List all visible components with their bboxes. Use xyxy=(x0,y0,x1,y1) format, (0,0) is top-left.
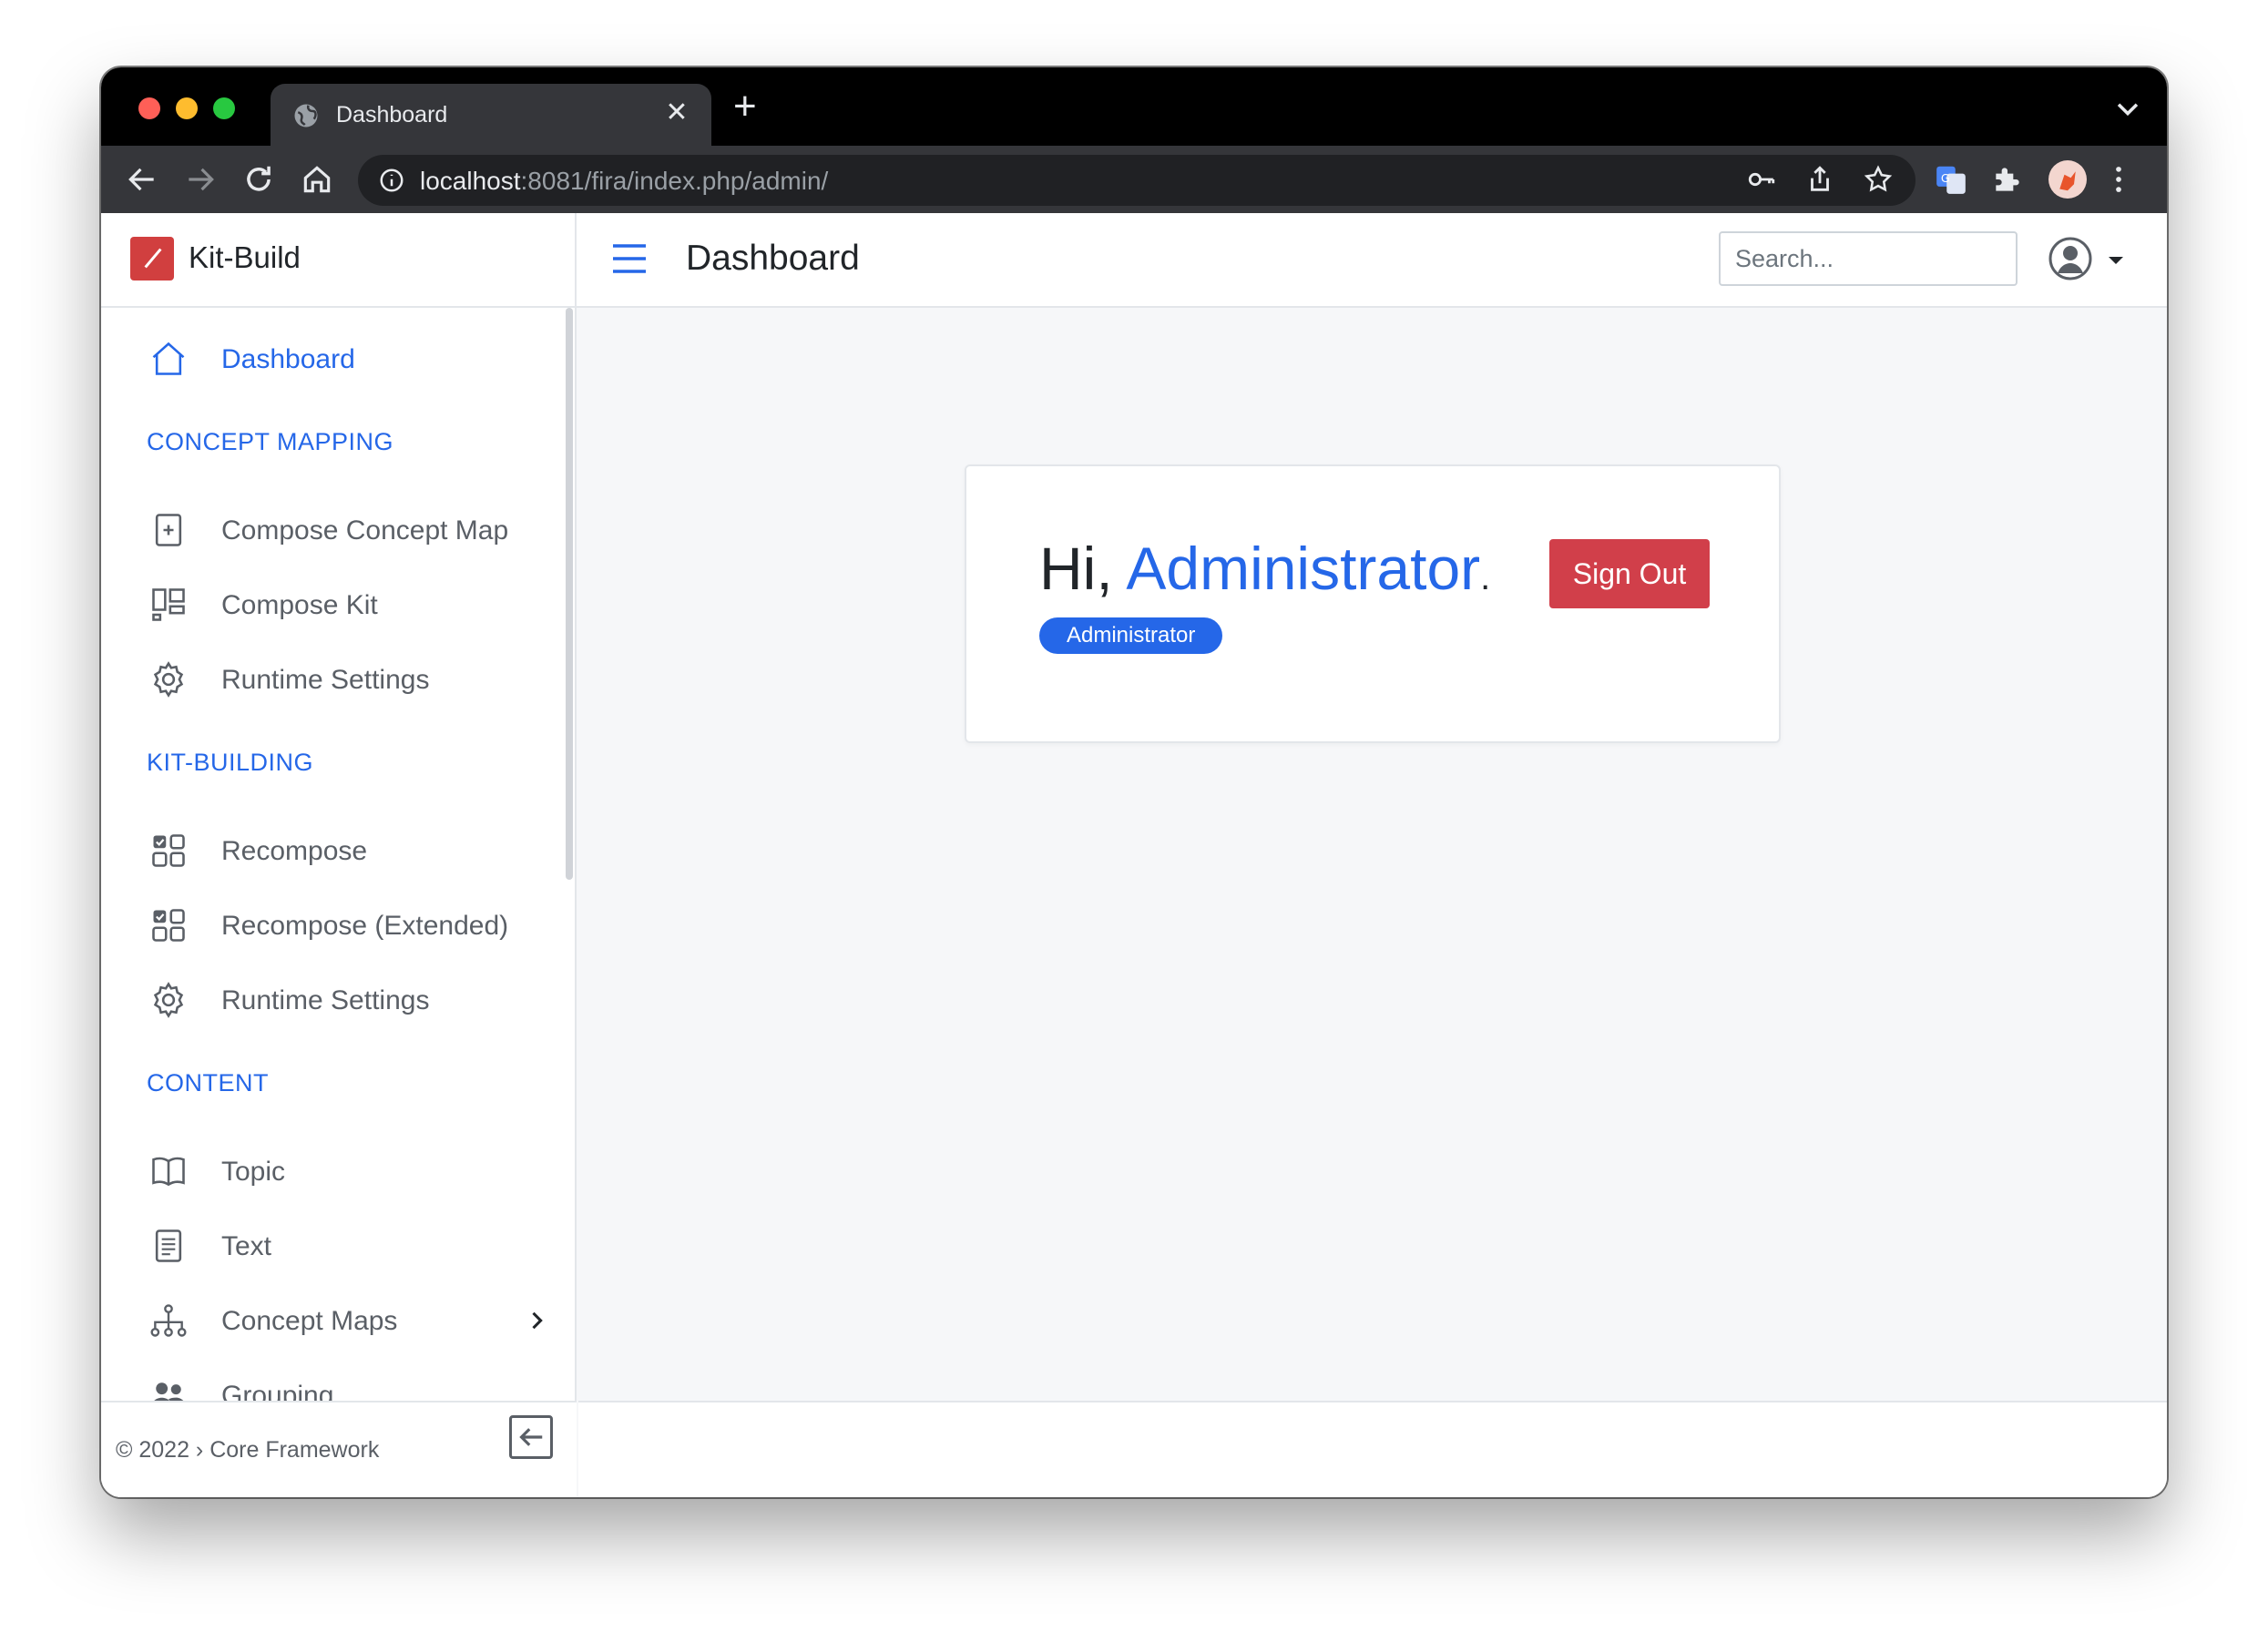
greeting-punct: . xyxy=(1480,557,1491,597)
browser-toolbar: localhost:8081/fira/index.php/admin/ G xyxy=(101,146,2167,213)
sidebar-item-label: Topic xyxy=(221,1157,286,1187)
greeting-prefix: Hi, xyxy=(1039,535,1127,602)
section-content: CONTENT xyxy=(147,1069,269,1096)
sidebar-item-text[interactable]: Text xyxy=(148,1222,549,1270)
sidebar-item-compose-kit[interactable]: Compose Kit xyxy=(148,581,549,628)
tab-title: Dashboard xyxy=(336,102,448,128)
sidebar-item-label: Dashboard xyxy=(221,344,355,374)
sidebar-item-label: Runtime Settings xyxy=(221,665,430,695)
minimize-window-button[interactable] xyxy=(176,97,198,119)
more-vert-icon[interactable] xyxy=(2101,162,2136,197)
user-name: Administrator xyxy=(1126,535,1481,602)
grid-check-icon xyxy=(152,909,185,942)
sidebar-item-label: Concept Maps xyxy=(221,1306,398,1336)
search-input[interactable] xyxy=(1719,231,2018,286)
copyright-text: © 2022 › Core Framework xyxy=(116,1437,380,1463)
share-icon[interactable] xyxy=(1804,164,1835,195)
browser-window: Dashboard ✕ + localhost:8081/fira/index.… xyxy=(101,67,2167,1497)
sidebar-item-recompose[interactable]: Recompose xyxy=(148,827,549,874)
new-tab-button[interactable]: + xyxy=(733,84,757,129)
back-arrow-icon[interactable] xyxy=(125,162,159,197)
hamburger-menu-icon[interactable] xyxy=(611,242,648,275)
sidebar-item-label: Text xyxy=(221,1231,272,1261)
close-window-button[interactable] xyxy=(138,97,160,119)
fox-avatar-icon xyxy=(2059,171,2076,191)
globe-icon xyxy=(294,104,318,128)
bookmark-star-icon[interactable] xyxy=(1863,164,1894,195)
sidebar-item-label: Recompose (Extended) xyxy=(221,911,509,941)
top-header: Dashboard xyxy=(577,213,2167,308)
sidebar: Kit-Build Dashboard CONCEPT MAPPING Comp… xyxy=(101,213,577,1497)
main-footer xyxy=(578,1401,2167,1497)
url-text[interactable]: localhost:8081/fira/index.php/admin/ xyxy=(420,167,828,196)
collapse-sidebar-button[interactable] xyxy=(509,1415,553,1459)
grid-check-icon xyxy=(152,834,185,867)
sidebar-item-dashboard[interactable]: Dashboard xyxy=(148,335,549,382)
file-plus-icon xyxy=(155,514,182,546)
sidebar-item-label: Runtime Settings xyxy=(221,985,430,1015)
caret-down-icon xyxy=(2109,257,2123,264)
sidebar-item-runtime-settings-kb[interactable]: Runtime Settings xyxy=(148,976,549,1024)
address-bar[interactable]: localhost:8081/fira/index.php/admin/ xyxy=(358,155,1916,206)
sidebar-item-label: Grouping xyxy=(221,1381,334,1401)
sidebar-item-recompose-extended[interactable]: Recompose (Extended) xyxy=(148,902,549,949)
layout-icon xyxy=(152,588,185,621)
app-root: Kit-Build Dashboard CONCEPT MAPPING Comp… xyxy=(101,213,2167,1497)
profile-avatar[interactable] xyxy=(2048,160,2087,199)
people-icon xyxy=(154,1382,184,1401)
document-text-icon xyxy=(155,1229,182,1262)
gear-icon xyxy=(153,982,184,1018)
brand-logo-icon xyxy=(130,237,174,280)
info-icon[interactable] xyxy=(378,167,405,194)
page-title: Dashboard xyxy=(686,239,860,278)
brand[interactable]: Kit-Build xyxy=(101,213,577,308)
user-circle-icon xyxy=(2048,237,2123,280)
sidebar-item-label: Compose Concept Map xyxy=(221,515,509,546)
sidebar-item-topic[interactable]: Topic xyxy=(148,1148,549,1195)
translate-icon[interactable]: G xyxy=(1934,162,1968,197)
gear-icon xyxy=(153,661,184,698)
maximize-window-button[interactable] xyxy=(213,97,235,119)
sidebar-item-compose-concept-map[interactable]: Compose Concept Map xyxy=(148,506,549,554)
section-concept-mapping: CONCEPT MAPPING xyxy=(147,428,394,455)
url-host: localhost xyxy=(420,167,521,195)
sidebar-nav: Dashboard CONCEPT MAPPING Compose Concep… xyxy=(101,308,564,1401)
url-path: :8081/fira/index.php/admin/ xyxy=(520,167,829,195)
greeting-heading: Hi, Administrator. xyxy=(1039,534,1490,603)
forward-arrow-icon[interactable] xyxy=(183,162,218,197)
extensions-puzzle-icon[interactable] xyxy=(1990,162,2025,197)
diagram-icon xyxy=(150,1304,187,1337)
home-icon[interactable] xyxy=(300,162,334,197)
svg-text:G: G xyxy=(1941,171,1950,185)
section-kit-building: KIT-BUILDING xyxy=(147,749,314,776)
browser-tab[interactable]: Dashboard ✕ xyxy=(271,84,711,146)
tab-strip: Dashboard ✕ + xyxy=(101,67,2167,146)
sidebar-item-runtime-settings-cm[interactable]: Runtime Settings xyxy=(148,656,549,703)
book-icon xyxy=(152,1157,185,1187)
brand-name: Kit-Build xyxy=(189,240,301,274)
chevron-right-icon xyxy=(532,1311,543,1330)
sidebar-footer: © 2022 › Core Framework xyxy=(101,1401,577,1497)
home-icon xyxy=(152,342,185,375)
close-tab-icon[interactable]: ✕ xyxy=(660,97,693,128)
arrow-left-icon xyxy=(519,1428,543,1446)
sidebar-item-grouping[interactable]: Grouping xyxy=(148,1372,549,1401)
chevron-down-icon[interactable] xyxy=(2112,93,2143,124)
reload-icon[interactable] xyxy=(241,162,276,197)
sidebar-item-label: Compose Kit xyxy=(221,590,378,620)
key-icon[interactable] xyxy=(1746,164,1777,195)
user-menu-dropdown[interactable] xyxy=(2048,233,2136,284)
welcome-card: Hi, Administrator. Administrator Sign Ou… xyxy=(965,464,1781,743)
sidebar-item-concept-maps[interactable]: Concept Maps xyxy=(148,1297,549,1344)
role-badge: Administrator xyxy=(1039,617,1223,654)
sidebar-scrollbar[interactable] xyxy=(566,308,573,880)
sign-out-button[interactable]: Sign Out xyxy=(1549,539,1710,608)
sidebar-item-label: Recompose xyxy=(221,836,368,866)
